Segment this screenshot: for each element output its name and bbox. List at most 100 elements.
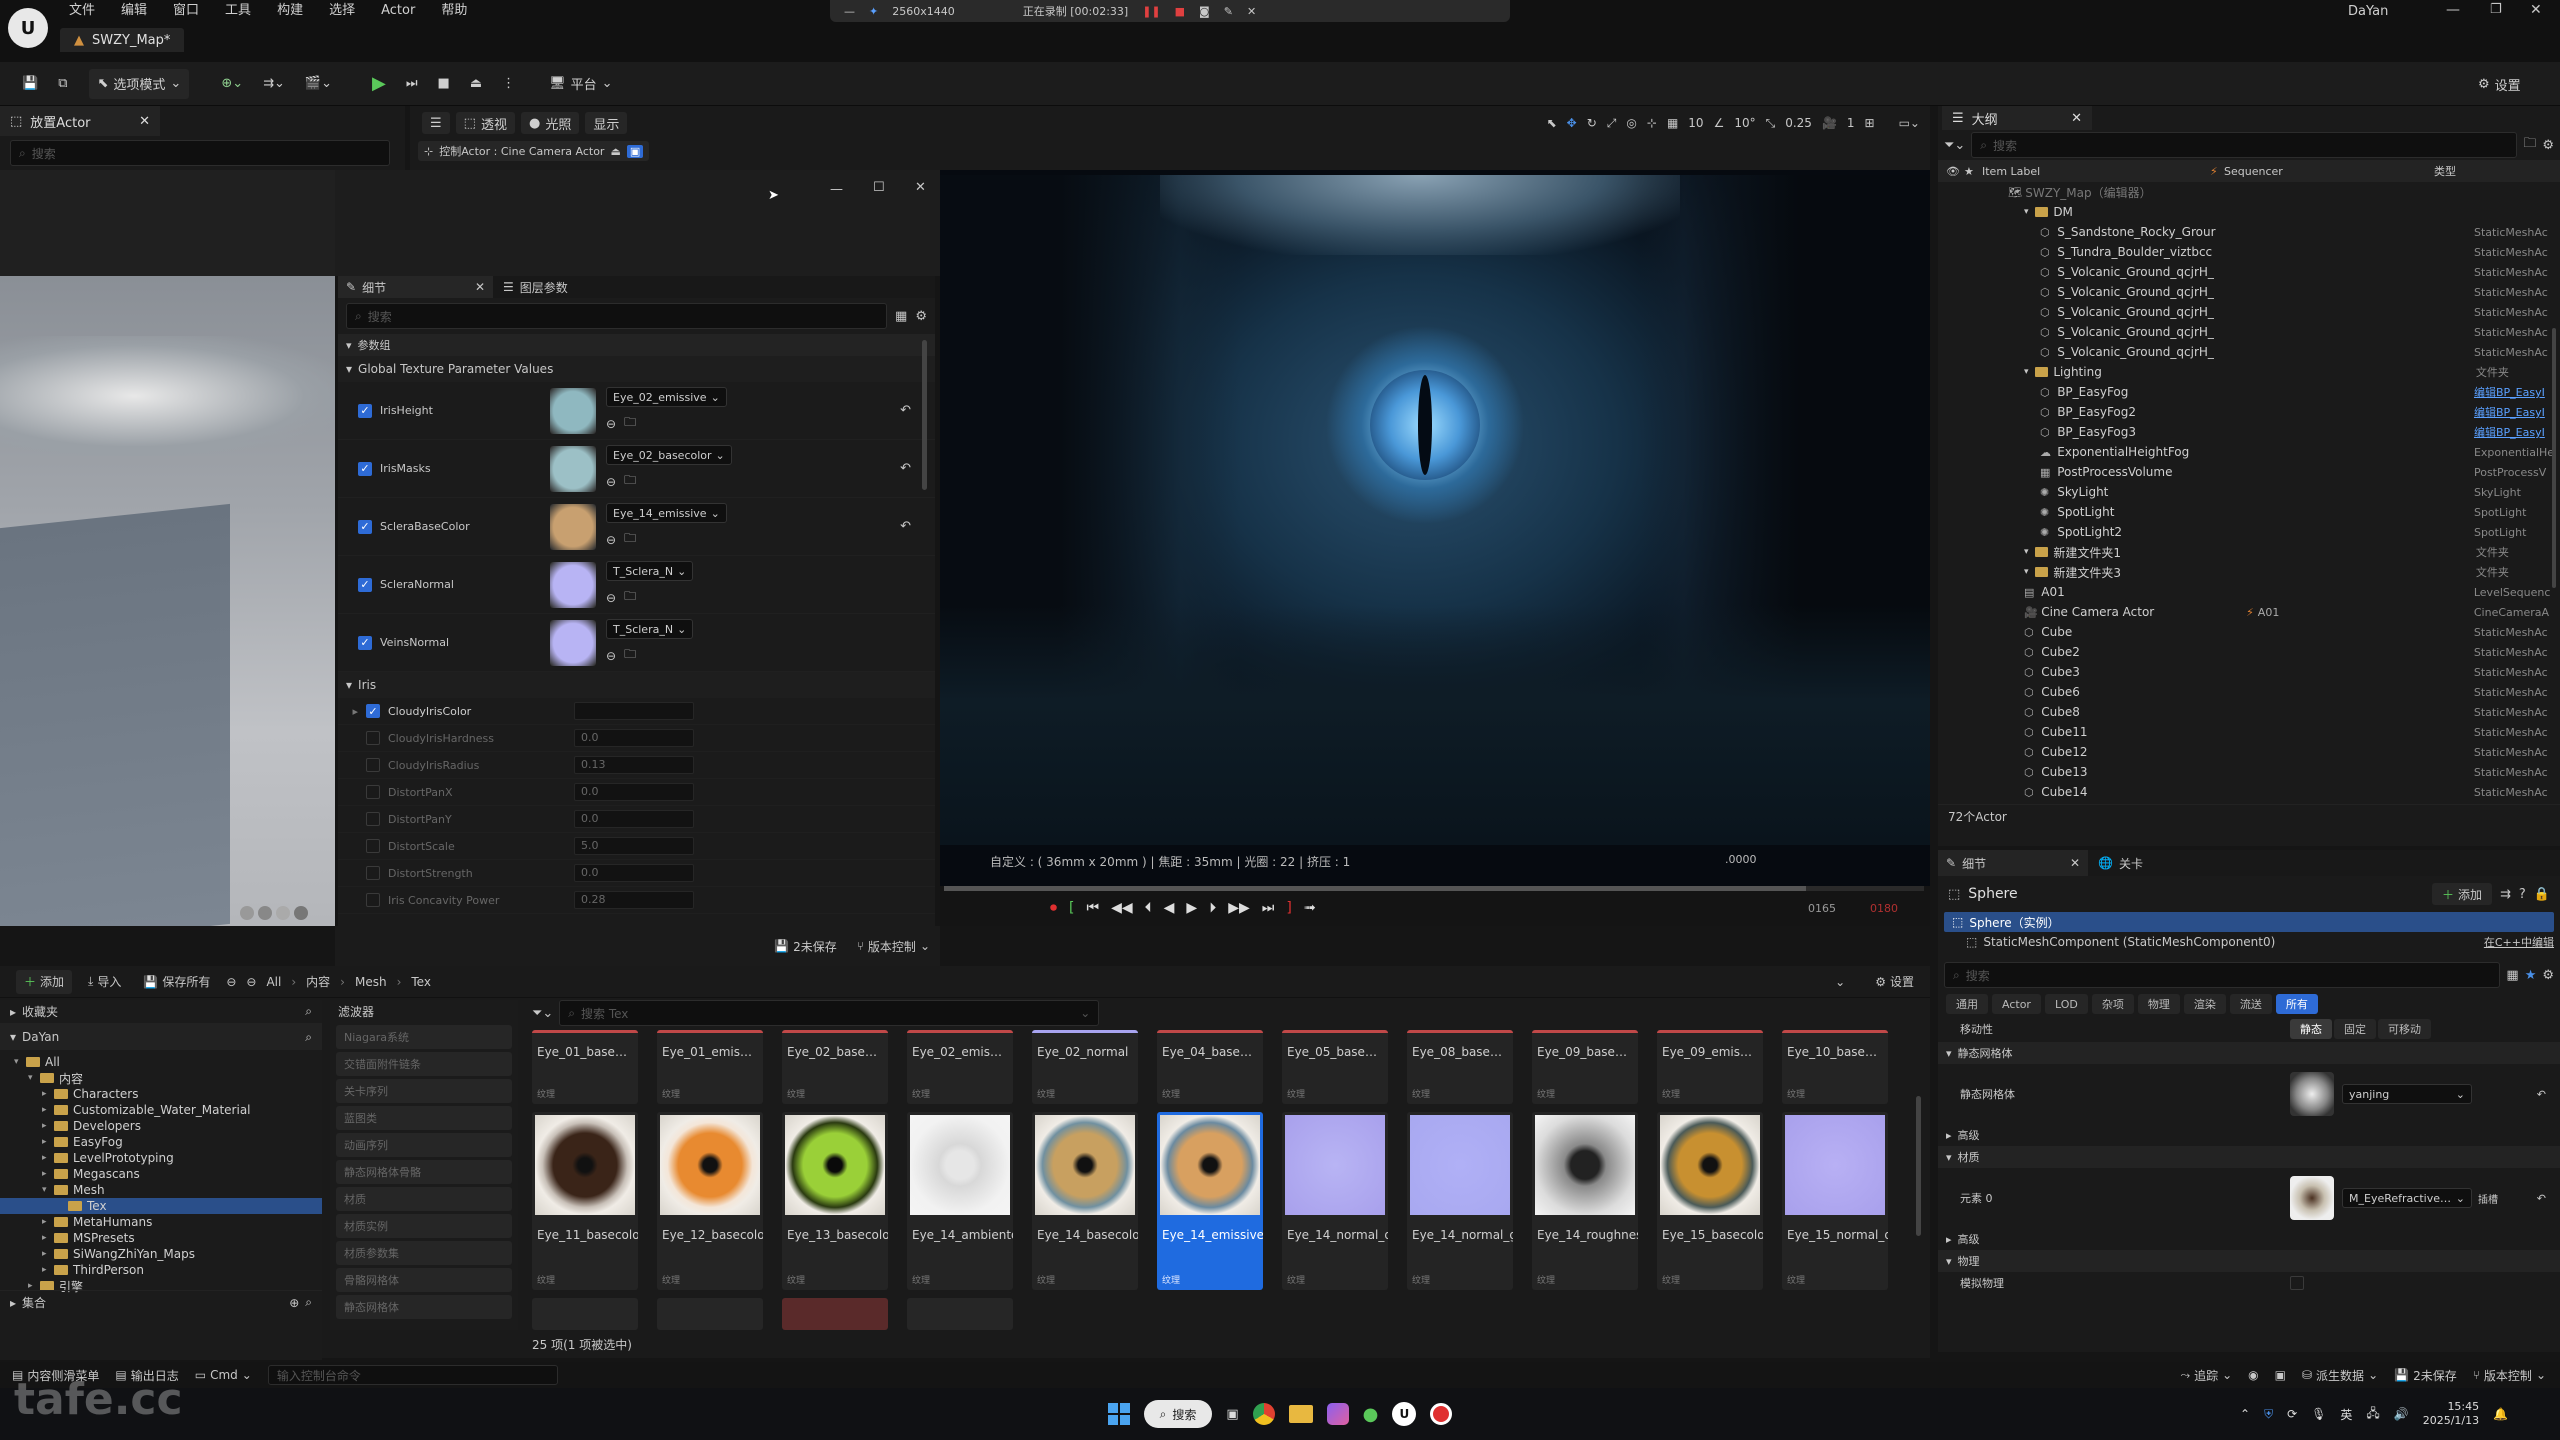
mic-icon[interactable]: 🎙: [2311, 1407, 2326, 1421]
stop-button[interactable]: ■: [430, 69, 458, 99]
reset-icon[interactable]: ↶: [2537, 1192, 2546, 1205]
outliner-row[interactable]: ⬡ S_Sandstone_Rocky_Grour StaticMeshAc: [1938, 222, 2560, 242]
source-control-button[interactable]: ⑂ 版本控制 ⌄: [857, 938, 930, 955]
window-maximize-icon[interactable]: ☐: [873, 180, 885, 195]
texture-thumbnail[interactable]: [550, 387, 596, 434]
outliner-row[interactable]: ▤ A01 LevelSequenc: [1938, 582, 2560, 602]
reset-icon[interactable]: ↶: [2537, 1088, 2546, 1101]
favorites-header[interactable]: ▸ 收藏夹 ⌕: [0, 1000, 322, 1024]
outliner-row[interactable]: ✺ SpotLight2 SpotLight: [1938, 522, 2560, 542]
texture-dropdown[interactable]: Eye_02_emissive ⌄: [606, 387, 727, 407]
details-tab[interactable]: ✎ 细节 ✕: [1938, 850, 2088, 876]
expand-icon[interactable]: ▾: [42, 1185, 54, 1195]
param-value[interactable]: 0.0: [574, 783, 694, 801]
place-actors-tab[interactable]: ⬚ 放置Actor ✕: [0, 106, 160, 136]
asset-card[interactable]: Eye_14_normal_gel 纹理: [1407, 1112, 1513, 1290]
camera-lock-icon[interactable]: ▣: [626, 144, 644, 158]
eject-button[interactable]: ⏏: [462, 69, 490, 99]
param-checkbox[interactable]: [366, 758, 380, 772]
collapse-icon[interactable]: ▾: [2024, 547, 2035, 557]
texture-dropdown[interactable]: Eye_02_basecolor ⌄: [606, 445, 732, 465]
add-actor-button[interactable]: ⊕⌄: [213, 69, 251, 99]
snap-surface-icon[interactable]: ⊹: [1647, 116, 1657, 130]
details-search[interactable]: ⌕ 搜索: [346, 303, 888, 329]
tree-item[interactable]: ▾ All: [0, 1054, 322, 1070]
outliner-tab[interactable]: ☰ 大纲 ✕: [1942, 106, 2092, 130]
outliner-row[interactable]: ⬡ BP_EasyFog3 编辑BP_EasyI: [1938, 422, 2560, 442]
expand-icon[interactable]: ▾: [14, 1057, 26, 1067]
folder-icon[interactable]: 🗀: [624, 529, 636, 550]
window-minimize-icon[interactable]: —: [830, 182, 843, 197]
param-value[interactable]: 0.0: [574, 729, 694, 747]
asset-card[interactable]: Eye_08_basecolor 纹理: [1407, 1030, 1513, 1104]
asset-card-partial[interactable]: [907, 1298, 1013, 1330]
taskbar-search[interactable]: ⌕ 搜索: [1143, 1400, 1213, 1428]
star-icon[interactable]: ★: [1964, 165, 1982, 178]
mark-in-icon[interactable]: [: [1069, 900, 1074, 916]
derived-data-button[interactable]: ⛁ 派生数据 ⌄: [2302, 1367, 2378, 1384]
advanced-section-2[interactable]: ▸ 高级: [1938, 1228, 2560, 1250]
outliner-row[interactable]: 🗺 SWZY_Map（编辑器）: [1938, 182, 2560, 202]
param-checkbox[interactable]: ✓: [358, 577, 372, 592]
collapse-icon[interactable]: ▾: [2024, 207, 2035, 217]
col-type[interactable]: 类型: [2434, 163, 2456, 179]
camera-viewport[interactable]: 自定义 : ( 36mm x 20mm ) | 焦距 : 35mm | 光圈 :…: [940, 170, 1930, 886]
add-collection-icon[interactable]: ⊕: [289, 1296, 299, 1310]
category-tab[interactable]: 流送: [2229, 994, 2272, 1014]
clock-time[interactable]: 15:45: [2447, 1400, 2479, 1414]
outliner-row[interactable]: ☁ ExponentialHeightFog ExponentialHe: [1938, 442, 2560, 462]
outliner-row[interactable]: ⬡ Cube11 StaticMeshAc: [1938, 722, 2560, 742]
asset-card[interactable]: Eye_02_normal 纹理: [1032, 1030, 1138, 1104]
select-icon[interactable]: ⬉: [1547, 116, 1557, 130]
tree-item[interactable]: ▸ MetaHumans: [0, 1214, 322, 1230]
blueprint-icon[interactable]: ⇉: [2500, 887, 2511, 902]
param-checkbox[interactable]: [366, 866, 380, 880]
blueprint-button[interactable]: ⇉⌄: [255, 69, 293, 99]
instance-row[interactable]: ⬚ Sphere（实例）: [1944, 912, 2554, 932]
category-tab[interactable]: Actor: [1992, 994, 2041, 1014]
mode-selector[interactable]: ⬉ 选项模式 ⌄: [89, 68, 190, 99]
param-value[interactable]: 0.0: [574, 810, 694, 828]
filter-item[interactable]: 蓝图类: [336, 1106, 512, 1130]
asset-card[interactable]: Eye_10_basecolor 纹理: [1782, 1030, 1888, 1104]
outliner-row[interactable]: ⬡ Cube3 StaticMeshAc: [1938, 662, 2560, 682]
view-controls[interactable]: [240, 906, 308, 920]
asset-card[interactable]: Eye_05_basecolor 纹理: [1282, 1030, 1388, 1104]
stop-rec-icon[interactable]: ■: [1175, 5, 1185, 18]
expand-icon[interactable]: ▸: [42, 1089, 54, 1099]
outliner-row[interactable]: ⬡ Cube12 StaticMeshAc: [1938, 742, 2560, 762]
asset-card[interactable]: Eye_14_emissive 纹理: [1157, 1112, 1263, 1290]
static-mesh-section[interactable]: ▾ 静态网格体: [1938, 1042, 2560, 1064]
expand-icon[interactable]: ▸: [42, 1105, 54, 1115]
asset-card[interactable]: Eye_14_normal_detail 纹理: [1282, 1112, 1388, 1290]
task-view-icon[interactable]: ▣: [1226, 1407, 1238, 1422]
tree-item[interactable]: ▸ MSPresets: [0, 1230, 322, 1246]
outliner-scrollbar[interactable]: [2552, 328, 2556, 588]
tab-close-icon[interactable]: ✕: [475, 280, 485, 294]
tray-expand-icon[interactable]: ⌃: [2240, 1407, 2250, 1421]
static-mesh-dropdown[interactable]: yanjing ⌄: [2342, 1084, 2472, 1104]
user-name[interactable]: DaYan: [2348, 4, 2388, 19]
search-icon[interactable]: ⌕: [305, 1004, 312, 1019]
outliner-row[interactable]: ⬡ Cube14 StaticMeshAc: [1938, 782, 2560, 802]
scale-snap-icon[interactable]: ⤡: [1766, 116, 1776, 131]
outliner-row[interactable]: ▾ 新建文件夹3 文件夹: [1938, 562, 2560, 582]
asset-card-partial[interactable]: [782, 1298, 888, 1330]
place-actors-search[interactable]: ⌕ 搜索: [10, 140, 390, 166]
physics-section[interactable]: ▾ 物理: [1938, 1250, 2560, 1272]
outliner-row[interactable]: ⬡ Cube6 StaticMeshAc: [1938, 682, 2560, 702]
jump-start-icon[interactable]: ⏮: [1086, 900, 1099, 916]
folder-icon[interactable]: 🗀: [624, 645, 636, 666]
tree-item[interactable]: ▸ EasyFog: [0, 1134, 322, 1150]
breadcrumb-item[interactable]: 内容: [306, 973, 330, 990]
camera-icon[interactable]: ◙: [1199, 5, 1210, 18]
record-icon[interactable]: ⏺: [1050, 900, 1057, 916]
menu-item[interactable]: 窗口: [160, 0, 212, 22]
menu-item[interactable]: 文件: [56, 0, 108, 22]
minimize-rec-icon[interactable]: —: [844, 5, 855, 18]
console-input[interactable]: 输入控制台命令: [267, 1365, 558, 1385]
component-row[interactable]: ⬚ StaticMeshComponent (StaticMeshComponen…: [1944, 932, 2554, 952]
source-control-button[interactable]: ⑂ 版本控制 ⌄: [2473, 1367, 2546, 1384]
loop-icon[interactable]: ➟: [1304, 900, 1316, 916]
outliner-row[interactable]: ⬡ Cube13 StaticMeshAc: [1938, 762, 2560, 782]
